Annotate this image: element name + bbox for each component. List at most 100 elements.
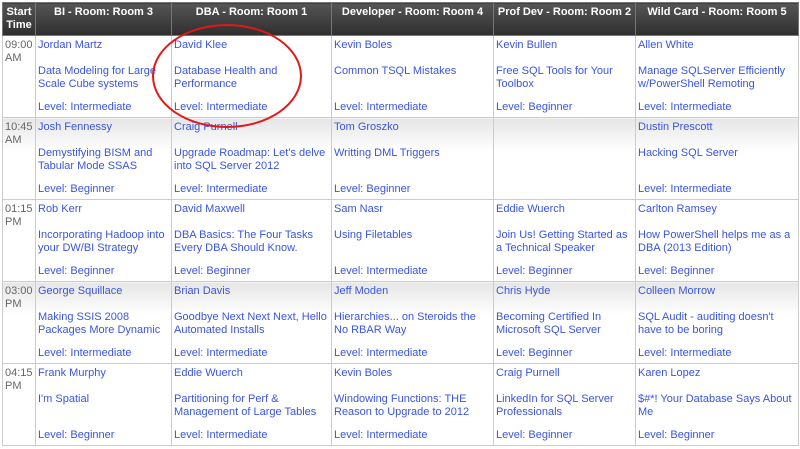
cell-content: Craig Purnell LinkedIn for SQL Server Pro…: [496, 367, 633, 442]
session-title-link[interactable]: Using Filetables: [334, 229, 491, 242]
cell-content: Frank Murphy I'm Spatial Level: Beginner: [38, 367, 169, 442]
session-title-link[interactable]: Join Us! Getting Started as a Technical …: [496, 229, 633, 255]
cell-content: Allen White Manage SQLServer Efficiently …: [638, 39, 796, 114]
session-title-link[interactable]: $#*! Your Database Says About Me: [638, 393, 796, 419]
speaker-link[interactable]: David Maxwell: [174, 203, 329, 216]
session-level[interactable]: Level: Beginner: [38, 265, 114, 278]
session-level[interactable]: Level: Intermediate: [38, 347, 132, 360]
session-title-link[interactable]: Common TSQL Mistakes: [334, 65, 491, 78]
session-title-link[interactable]: LinkedIn for SQL Server Professionals: [496, 393, 633, 419]
cell-content: Tom Groszko Writting DML Triggers Level: B…: [334, 121, 491, 196]
cell-content: Kevin Boles Common TSQL Mistakes Level: In…: [334, 39, 491, 114]
session-title-link[interactable]: Becoming Certified In Microsoft SQL Serv…: [496, 311, 633, 337]
session-title-link[interactable]: Hacking SQL Server: [638, 147, 796, 160]
session-cell: Eddie Wuerch Partitioning for Perf & Mana…: [171, 363, 332, 446]
speaker-link[interactable]: Eddie Wuerch: [174, 367, 329, 380]
time-slot-row: 01:15 PM Rob Kerr Incorporating Hadoop int…: [2, 199, 799, 282]
cell-content: Jeff Moden Hierarchies... on Steroids the…: [334, 285, 491, 360]
session-level[interactable]: Level: Intermediate: [334, 429, 428, 442]
speaker-link[interactable]: Allen White: [638, 39, 796, 52]
session-level[interactable]: Level: Beginner: [496, 429, 572, 442]
speaker-link[interactable]: Tom Groszko: [334, 121, 491, 134]
session-level[interactable]: Level: Beginner: [38, 429, 114, 442]
session-title-link[interactable]: Windowing Functions: THE Reason to Upgra…: [334, 393, 491, 419]
session-cell: Karen Lopez $#*! Your Database Says About…: [635, 363, 799, 446]
speaker-link[interactable]: Brian Davis: [174, 285, 329, 298]
session-level[interactable]: Level: Beginner: [638, 265, 714, 278]
cell-content: Josh Fennessy Demystifying BISM and Tabul…: [38, 121, 169, 196]
speaker-link[interactable]: Kevin Bullen: [496, 39, 633, 52]
session-title-link[interactable]: Free SQL Tools for Your Toolbox: [496, 65, 633, 91]
session-level[interactable]: Level: Beginner: [496, 347, 572, 360]
cell-content: Brian Davis Goodbye Next Next Next, Hello…: [174, 285, 329, 360]
cell-content: Chris Hyde Becoming Certified In Microsof…: [496, 285, 633, 360]
session-title-link[interactable]: Demystifying BISM and Tabular Mode SSAS: [38, 147, 169, 173]
session-cell: Eddie Wuerch Join Us! Getting Started as …: [493, 199, 636, 282]
session-level[interactable]: Level: Beginner: [38, 183, 114, 196]
session-level[interactable]: Level: Beginner: [334, 183, 410, 196]
session-level[interactable]: Level: Beginner: [638, 429, 714, 442]
speaker-link[interactable]: Craig Purnell: [496, 367, 633, 380]
session-title-link[interactable]: DBA Basics: The Four Tasks Every DBA Sho…: [174, 229, 329, 255]
time-slot-row: 10:45 AM Josh Fennessy Demystifying BISM a…: [2, 117, 799, 200]
cell-content: Eddie Wuerch Join Us! Getting Started as …: [496, 203, 633, 278]
session-title-link[interactable]: Making SSIS 2008 Packages More Dynamic: [38, 311, 169, 337]
speaker-link[interactable]: Dustin Prescott: [638, 121, 796, 134]
start-time: 10:45 AM: [5, 121, 33, 146]
speaker-link[interactable]: Jeff Moden: [334, 285, 491, 298]
schedule-page: Start Time BI - Room: Room 3 DBA - Room: R…: [0, 2, 800, 446]
session-level[interactable]: Level: Beginner: [496, 101, 572, 114]
session-cell: Sam Nasr Using Filetables Level: Intermedi…: [331, 199, 494, 282]
speaker-link[interactable]: Chris Hyde: [496, 285, 633, 298]
session-level[interactable]: Level: Intermediate: [174, 183, 268, 196]
session-level[interactable]: Level: Intermediate: [334, 347, 428, 360]
session-title-link[interactable]: How PowerShell helps me as a DBA (2013 E…: [638, 229, 796, 255]
session-title-link[interactable]: Upgrade Roadmap: Let's delve into SQL Se…: [174, 147, 329, 173]
session-title-link[interactable]: Hierarchies... on Steroids the No RBAR W…: [334, 311, 491, 337]
speaker-link[interactable]: Colleen Morrow: [638, 285, 796, 298]
session-title-link[interactable]: Manage SQLServer Efficiently w/PowerShel…: [638, 65, 796, 91]
speaker-link[interactable]: George Squillace: [38, 285, 169, 298]
session-title-link[interactable]: Database Health and Performance: [174, 65, 329, 91]
session-title-link[interactable]: Goodbye Next Next Next, Hello Automated …: [174, 311, 329, 337]
time-slot-row: 09:00 AM Jordan Martz Data Modeling for La…: [2, 35, 799, 118]
session-level[interactable]: Level: Beginner: [496, 265, 572, 278]
speaker-link[interactable]: Craig Purnell: [174, 121, 329, 134]
speaker-link[interactable]: Eddie Wuerch: [496, 203, 633, 216]
speaker-link[interactable]: Rob Kerr: [38, 203, 169, 216]
speaker-link[interactable]: Carlton Ramsey: [638, 203, 796, 216]
cell-content: Craig Purnell Upgrade Roadmap: Let's delv…: [174, 121, 329, 196]
session-level[interactable]: Level: Intermediate: [638, 347, 732, 360]
session-cell: Chris Hyde Becoming Certified In Microsof…: [493, 281, 636, 364]
session-level[interactable]: Level: Intermediate: [334, 265, 428, 278]
column-header-track: DBA - Room: Room 1: [171, 2, 332, 36]
speaker-link[interactable]: Karen Lopez: [638, 367, 796, 380]
session-cell: Rob Kerr Incorporating Hadoop into your D…: [35, 199, 172, 282]
speaker-link[interactable]: Josh Fennessy: [38, 121, 169, 134]
session-title-link[interactable]: Writting DML Triggers: [334, 147, 491, 160]
session-title-link[interactable]: Partitioning for Perf & Management of La…: [174, 393, 329, 419]
session-title-link[interactable]: SQL Audit - auditing doesn't have to be …: [638, 311, 796, 337]
session-title-link[interactable]: I'm Spatial: [38, 393, 169, 406]
speaker-link[interactable]: Jordan Martz: [38, 39, 169, 52]
schedule-table: Start Time BI - Room: Room 3 DBA - Room: R…: [2, 2, 799, 446]
session-level[interactable]: Level: Intermediate: [38, 101, 132, 114]
session-title-link[interactable]: Incorporating Hadoop into your DW/BI Str…: [38, 229, 169, 255]
session-title-link[interactable]: Data Modeling for Large Scale Cube syste…: [38, 65, 169, 91]
session-level[interactable]: Level: Intermediate: [638, 183, 732, 196]
speaker-link[interactable]: Sam Nasr: [334, 203, 491, 216]
speaker-link[interactable]: Kevin Boles: [334, 39, 491, 52]
header-row: Start Time BI - Room: Room 3 DBA - Room: R…: [2, 2, 799, 36]
cell-content: Sam Nasr Using Filetables Level: Intermedi…: [334, 203, 491, 278]
session-level[interactable]: Level: Intermediate: [174, 347, 268, 360]
session-level[interactable]: Level: Intermediate: [174, 101, 268, 114]
cell-content: Jordan Martz Data Modeling for Large Scal…: [38, 39, 169, 114]
session-level[interactable]: Level: Intermediate: [334, 101, 428, 114]
speaker-link[interactable]: Kevin Boles: [334, 367, 491, 380]
session-level[interactable]: Level: Beginner: [174, 265, 250, 278]
session-level[interactable]: Level: Intermediate: [638, 101, 732, 114]
session-level[interactable]: Level: Intermediate: [174, 429, 268, 442]
speaker-link[interactable]: Frank Murphy: [38, 367, 169, 380]
session-cell: Brian Davis Goodbye Next Next Next, Hello…: [171, 281, 332, 364]
speaker-link[interactable]: David Klee: [174, 39, 329, 52]
